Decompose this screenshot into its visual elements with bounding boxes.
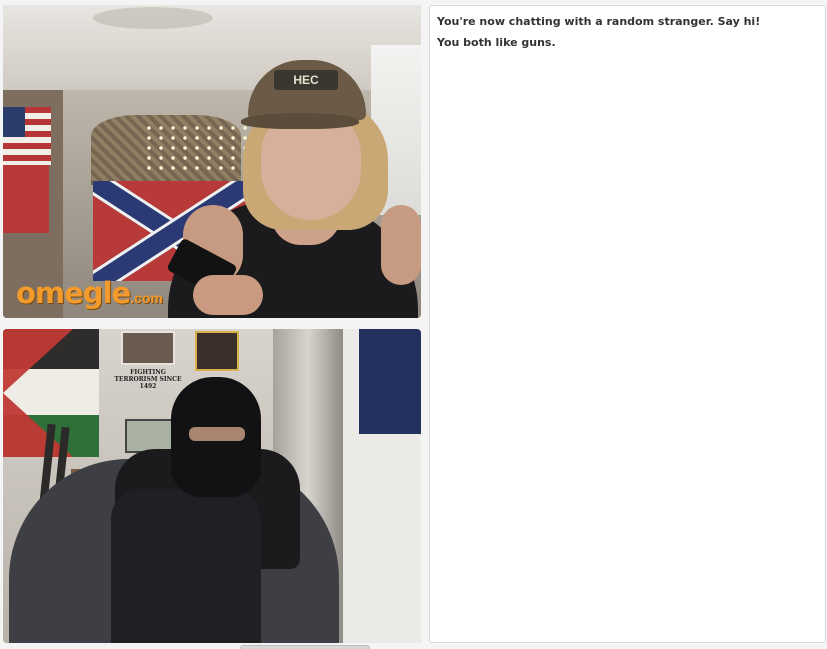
omegle-logo: omegle .com bbox=[16, 276, 163, 310]
wall-poster bbox=[195, 331, 239, 371]
us-flag bbox=[3, 107, 51, 165]
wall-poster bbox=[121, 331, 175, 365]
stranger-video-feed: HEC bbox=[3, 5, 421, 318]
ceiling-fan bbox=[93, 7, 213, 29]
wall-flag-right bbox=[359, 329, 421, 434]
self-video: FIGHTING TERRORISM SINCE 1492 bbox=[3, 329, 421, 643]
self-video-feed: FIGHTING TERRORISM SINCE 1492 bbox=[3, 329, 421, 643]
status-message-common-interests: You both like guns. bbox=[437, 36, 556, 49]
stranger-video: HEC omegle .com bbox=[3, 5, 421, 318]
logo-suffix: .com bbox=[130, 290, 163, 306]
omegle-chat-page: HEC omegle .com FIGHTING TERRORISM SINCE… bbox=[0, 0, 827, 649]
logo-word: omegle bbox=[16, 276, 131, 310]
bottom-control-edge[interactable] bbox=[240, 645, 370, 649]
chat-log[interactable]: You're now chatting with a random strang… bbox=[429, 5, 826, 643]
cap-patch-text: HEC bbox=[274, 70, 338, 90]
poster-caption: FIGHTING TERRORISM SINCE 1492 bbox=[114, 369, 182, 390]
status-message-connected: You're now chatting with a random strang… bbox=[437, 15, 761, 28]
